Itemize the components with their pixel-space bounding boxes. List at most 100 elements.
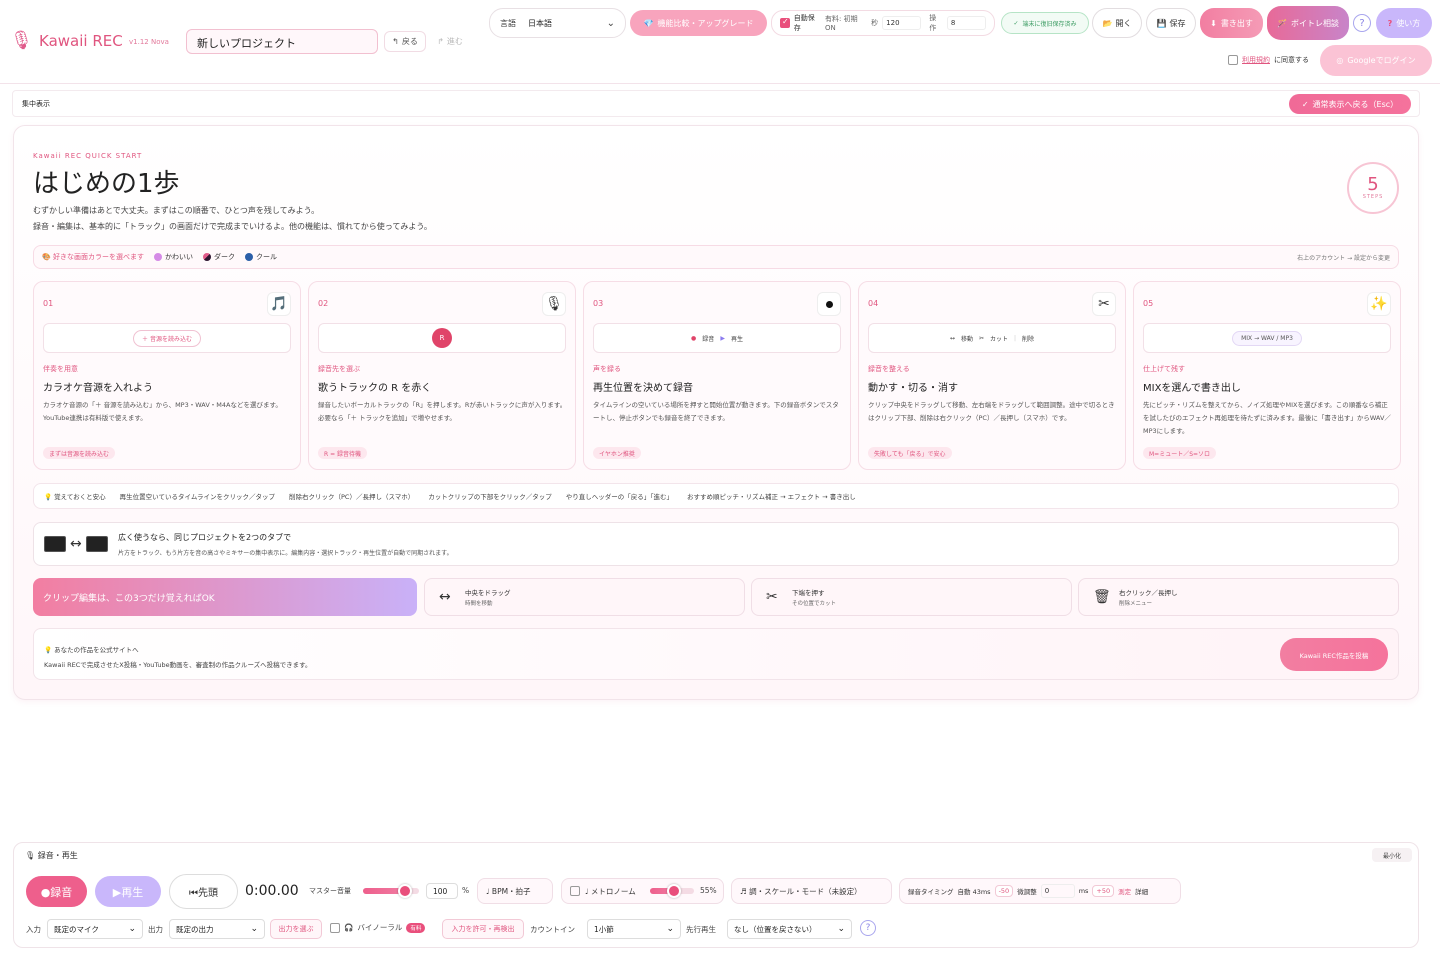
clip-tip-delete: 🗑 右クリック／長押し 削除メニュー: [1078, 578, 1399, 616]
count-in-label: カウントイン: [530, 925, 575, 934]
exit-focus-button[interactable]: ✓ 通常表示へ戻る（Esc）: [1289, 94, 1411, 114]
step-2-action[interactable]: R = 録音待機: [318, 447, 368, 459]
theme-cool-swatch: [244, 253, 253, 261]
subtitle-line-2: 録音・編集は、基本的に「トラック」の画面だけで完成までいけるよ。他の機能は、慣れ…: [33, 222, 432, 231]
export-button[interactable]: ⬇ 書き出す: [1200, 8, 1263, 38]
autosave-ops-input[interactable]: 8: [946, 16, 986, 30]
record-button[interactable]: ●録音: [26, 876, 87, 907]
theme-option-kawaii[interactable]: かわいい: [153, 252, 193, 262]
download-icon: ⬇: [1210, 18, 1217, 28]
project-name-input[interactable]: 新しいプロジェクト: [186, 29, 378, 54]
language-select[interactable]: 言語 日本語 ⌄: [489, 8, 626, 38]
lightbulb-icon: 💡: [44, 646, 53, 654]
version-label: v1.12 Nova: [129, 38, 169, 46]
transport-help-icon[interactable]: ?: [860, 920, 876, 936]
chevron-down-icon: ⌄: [837, 924, 845, 934]
master-volume-knob[interactable]: [398, 884, 412, 898]
master-volume-input[interactable]: 100: [426, 883, 458, 899]
help-icon[interactable]: ?: [1353, 14, 1371, 32]
clip-edit-headline: クリップ編集は、この3つだけ覚えればOK: [33, 578, 417, 616]
fine-adjust-input[interactable]: 0: [1040, 884, 1075, 898]
step-card-2: 02 🎙 R 録音先を選ぶ 歌うトラックの R を赤く 録音したいボーカルトラッ…: [308, 281, 576, 470]
pre-roll-select[interactable]: なし（位置を戻さない） ⌄: [727, 919, 852, 939]
cut-icon: ✂: [978, 334, 984, 342]
autosave-seconds-input[interactable]: 120: [882, 16, 922, 30]
voice-training-button[interactable]: 🪄 ボイトレ相談: [1267, 6, 1349, 40]
wand-icon: 🪄: [1277, 18, 1287, 28]
diamond-icon: 💎: [643, 18, 654, 28]
music-note-icon: 🎵: [267, 292, 291, 316]
palette-icon: 🎨: [42, 253, 51, 261]
steps-count-badge: 5 STEPS: [1347, 162, 1399, 214]
two-tabs-tip: ↔ 広く使うなら、同じプロジェクトを2つのタブで 片方をトラック、もう片方を音の…: [33, 522, 1399, 566]
theme-option-dark[interactable]: ダーク: [202, 252, 235, 262]
input-select[interactable]: 既定のマイク ⌄: [47, 919, 143, 939]
save-button[interactable]: 💾 保存: [1146, 8, 1196, 38]
sparkle-icon: ✨: [1367, 292, 1391, 316]
key-scale-button[interactable]: ♬ 調・スケール・モード（未設定）: [731, 878, 892, 904]
usage-button[interactable]: ? 使い方: [1376, 8, 1432, 38]
go-to-start-button[interactable]: ⏮先頭: [169, 874, 238, 909]
step-card-5: 05 ✨ MIX → WAV / MP3 仕上げて残す MIXを選んで書き出し …: [1133, 281, 1401, 470]
terms-link[interactable]: 利用規約: [1242, 55, 1270, 65]
step-5-action[interactable]: M=ミュート／S=ソロ: [1143, 447, 1217, 459]
page-title: はじめの1歩: [33, 169, 180, 199]
app-name: Kawaii REC: [39, 32, 123, 50]
binaural-checkbox[interactable]: [330, 922, 340, 933]
count-in-select[interactable]: 1小節 ⌄: [587, 919, 681, 939]
metronome-checkbox[interactable]: [570, 886, 580, 896]
metronome-volume-slider[interactable]: [650, 884, 694, 898]
minus-50-button[interactable]: -50: [994, 885, 1014, 897]
check-icon: ✓: [1013, 19, 1019, 27]
lightbulb-icon: 💡: [44, 493, 53, 501]
play-button[interactable]: ▶再生: [95, 876, 161, 907]
record-arm-demo[interactable]: R: [432, 328, 452, 348]
theme-dark-swatch: [202, 253, 211, 261]
choose-output-button[interactable]: 出力を選ぶ: [270, 919, 322, 939]
step-3-action[interactable]: イヤホン推奨: [593, 447, 641, 459]
pre-roll-label: 先行再生: [686, 925, 716, 934]
paid-badge: 有料: [406, 922, 426, 933]
plus-50-button[interactable]: +50: [1092, 885, 1115, 897]
step-card-4: 04 ✂ ↔ 移動 ✂ カット | 削除 録音を整える 動かす・切る・消す クリップ中…: [858, 281, 1126, 470]
focus-mode-label: 集中表示: [22, 100, 50, 108]
load-audio-demo-button[interactable]: ＋ 音源を読み込む: [133, 329, 201, 347]
minimize-button[interactable]: 最小化: [1372, 848, 1412, 862]
google-login-button[interactable]: ◎ Googleでログイン: [1320, 45, 1432, 76]
clip-tip-move: ↔ 中央をドラッグ 時間を移動: [424, 578, 745, 616]
two-monitors-icon: ↔: [44, 536, 108, 552]
undo-button[interactable]: ↰ 戻る: [384, 31, 426, 52]
upgrade-button[interactable]: 💎 機能比較・アップグレード: [630, 10, 767, 36]
master-volume-label: マスター音量: [309, 887, 351, 895]
headphones-icon: 🎧: [344, 923, 354, 932]
output-select[interactable]: 既定の出力 ⌄: [169, 919, 265, 939]
microphone-icon: 🎙: [25, 851, 36, 860]
undo-icon: ↰: [392, 37, 399, 46]
allow-input-button[interactable]: 入力を許可・再検出: [442, 919, 524, 939]
floppy-icon: 💾: [1156, 18, 1167, 28]
chevron-down-icon: ⌄: [128, 924, 136, 934]
chevron-down-icon: ⌄: [250, 924, 258, 934]
record-timing-panel: 録音タイミング 自動 43ms -50 微調整 0 ms +50 測定 詳細: [899, 878, 1181, 904]
move-icon: ↔: [949, 334, 955, 342]
terms-checkbox[interactable]: [1228, 55, 1238, 65]
theme-lead: 🎨 好きな画面カラーを選べます: [42, 253, 144, 261]
theme-option-cool[interactable]: クール: [244, 252, 277, 262]
step-card-1: 01 🎵 ＋ 音源を読み込む 伴奏を用意 カラオケ音源を入れよう カラオケ音源の…: [33, 281, 301, 470]
google-icon: ◎: [1336, 56, 1344, 65]
open-button[interactable]: 📂 開く: [1092, 8, 1142, 38]
master-volume-slider[interactable]: [363, 884, 419, 898]
bpm-button[interactable]: ♩ BPM・拍子: [477, 878, 553, 904]
measure-button[interactable]: 測定: [1118, 886, 1131, 896]
detail-button[interactable]: 詳細: [1135, 886, 1148, 896]
terms-agreement: 利用規約 に同意する: [1228, 55, 1309, 65]
autosave-checkbox[interactable]: [780, 17, 790, 28]
step-1-action[interactable]: まずは音源を読み込む: [43, 447, 116, 459]
theme-kawaii-swatch: [153, 253, 162, 261]
post-work-button[interactable]: Kawaii REC作品を投稿: [1280, 638, 1388, 671]
mix-export-demo[interactable]: MIX → WAV / MP3: [1232, 330, 1302, 346]
metronome-volume-value: 55%: [700, 886, 717, 895]
theme-hint: 右上のアカウント → 設定から変更: [1297, 254, 1390, 262]
redo-button[interactable]: ↱ 進む: [430, 31, 470, 52]
step-4-action[interactable]: 失敗しても「戻る」で安心: [868, 447, 952, 459]
